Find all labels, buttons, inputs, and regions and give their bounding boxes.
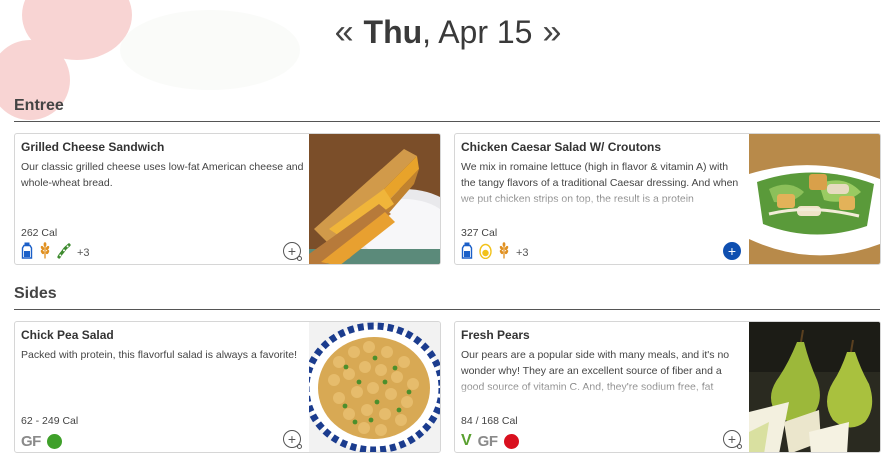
- allergen-icons: +3: [461, 242, 529, 264]
- item-calories: 84 / 168 Cal: [461, 415, 518, 427]
- item-description: We mix in romaine lettuce (high in flavo…: [461, 161, 739, 205]
- item-name[interactable]: Chick Pea Salad: [21, 328, 305, 342]
- item-name[interactable]: Chicken Caesar Salad W/ Croutons: [461, 140, 745, 154]
- current-day: Thu: [363, 13, 423, 50]
- next-day-button[interactable]: »: [542, 15, 561, 49]
- milk-bottle-icon: [461, 242, 473, 264]
- current-date: Thu, Apr 15: [364, 14, 533, 51]
- milk-bottle-icon: [21, 242, 33, 264]
- vegetarian-label: V: [461, 432, 472, 449]
- add-item-button[interactable]: +: [723, 242, 741, 260]
- menu-item-card[interactable]: Chick Pea Salad Packed with protein, thi…: [14, 321, 441, 453]
- item-calories: 262 Cal: [21, 227, 58, 239]
- fresh-pears-image: [749, 322, 880, 452]
- menu-item-card[interactable]: Grilled Cheese Sandwich Our classic gril…: [14, 133, 441, 265]
- item-description: Our pears are a popular side with many m…: [461, 349, 730, 393]
- item-description: Our classic grilled cheese uses low-fat …: [21, 161, 304, 189]
- item-calories: 327 Cal: [461, 227, 498, 239]
- current-date-rest: , Apr 15: [422, 13, 533, 50]
- add-item-button[interactable]: +: [283, 242, 302, 261]
- soy-icon: [57, 242, 71, 264]
- grilled-cheese-image: [309, 134, 440, 264]
- item-description: Packed with protein, this flavorful sala…: [21, 349, 298, 361]
- previous-day-button[interactable]: «: [335, 15, 354, 49]
- menu-item-card[interactable]: Chicken Caesar Salad W/ Croutons We mix …: [454, 133, 881, 265]
- add-item-button[interactable]: +: [283, 430, 302, 449]
- chick-pea-salad-image: [309, 322, 440, 452]
- red-dot-icon: [503, 433, 519, 449]
- item-calories: 62 - 249 Cal: [21, 415, 79, 427]
- diet-icons: GF: [21, 432, 62, 450]
- section-title-sides: Sides: [14, 285, 880, 310]
- more-allergens-label[interactable]: +3: [516, 247, 529, 259]
- caesar-salad-image: [749, 134, 880, 264]
- egg-icon: [479, 243, 492, 264]
- diet-icons: V GF: [461, 432, 519, 450]
- allergen-icons: +3: [21, 242, 90, 264]
- green-dot-icon: [46, 433, 62, 449]
- wheat-icon: [39, 242, 51, 264]
- wheat-icon: [498, 242, 510, 264]
- section-title-entree: Entree: [14, 97, 880, 122]
- date-navigator: « Thu, Apr 15 »: [0, 10, 896, 54]
- gluten-free-label: GF: [21, 432, 41, 450]
- item-name[interactable]: Grilled Cheese Sandwich: [21, 140, 305, 154]
- menu-item-card[interactable]: Fresh Pears Our pears are a popular side…: [454, 321, 881, 453]
- item-name[interactable]: Fresh Pears: [461, 328, 745, 342]
- more-allergens-label[interactable]: +3: [77, 247, 90, 259]
- gluten-free-label: GF: [477, 432, 498, 450]
- add-item-button[interactable]: +: [723, 430, 742, 449]
